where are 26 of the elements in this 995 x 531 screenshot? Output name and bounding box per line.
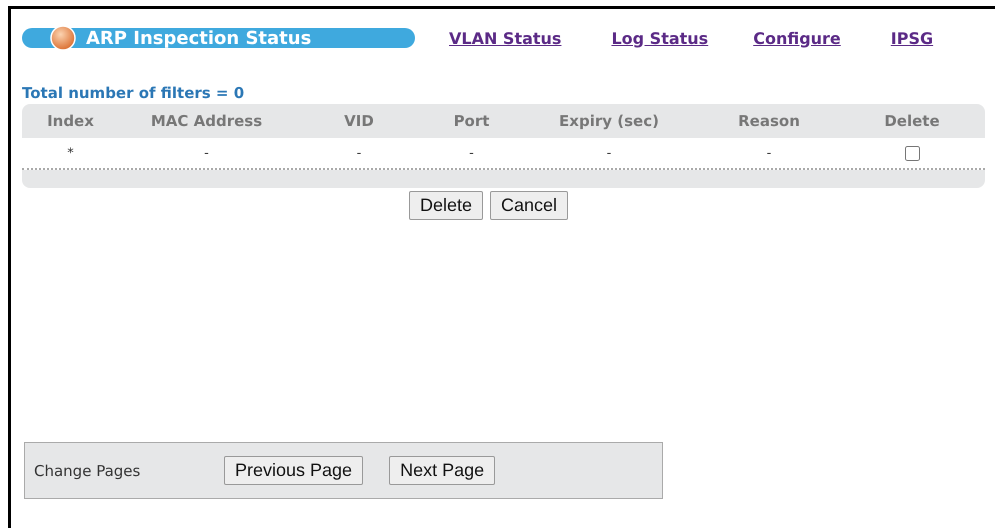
table-cell-text: - (468, 146, 475, 160)
table-cell-text: - (356, 146, 362, 160)
table-cell-text: - (606, 146, 612, 160)
nav-link[interactable]: VLAN Status (449, 28, 562, 48)
column-header: Reason (737, 112, 801, 130)
delete-button[interactable]: Delete (408, 191, 483, 220)
column-header: VID (343, 112, 375, 130)
table-cell-text: - (203, 146, 210, 160)
column-header: Index (46, 112, 95, 130)
cancel-button[interactable]: Cancel (490, 191, 568, 220)
previous-page-button[interactable]: Previous Page (224, 456, 364, 485)
table-cell-text: - (766, 146, 772, 160)
filter-count: Total number of filters = 0 (22, 84, 246, 102)
column-header: Expiry (sec) (558, 112, 660, 130)
pager-label: Change Pages (34, 462, 142, 480)
column-header: MAC Address (150, 112, 264, 130)
nav-link[interactable]: IPSG (890, 28, 934, 48)
table-cell-text: * (66, 146, 75, 160)
next-page-button[interactable]: Next Page (389, 456, 496, 485)
delete-checkbox[interactable] (904, 146, 920, 160)
nav-link[interactable]: Configure (753, 28, 841, 48)
page-title: ARP Inspection Status (86, 28, 312, 48)
nav-link[interactable]: Log Status (611, 28, 708, 48)
column-header: Port (452, 112, 490, 130)
column-header: Delete (883, 112, 941, 130)
orb-icon (50, 25, 76, 51)
